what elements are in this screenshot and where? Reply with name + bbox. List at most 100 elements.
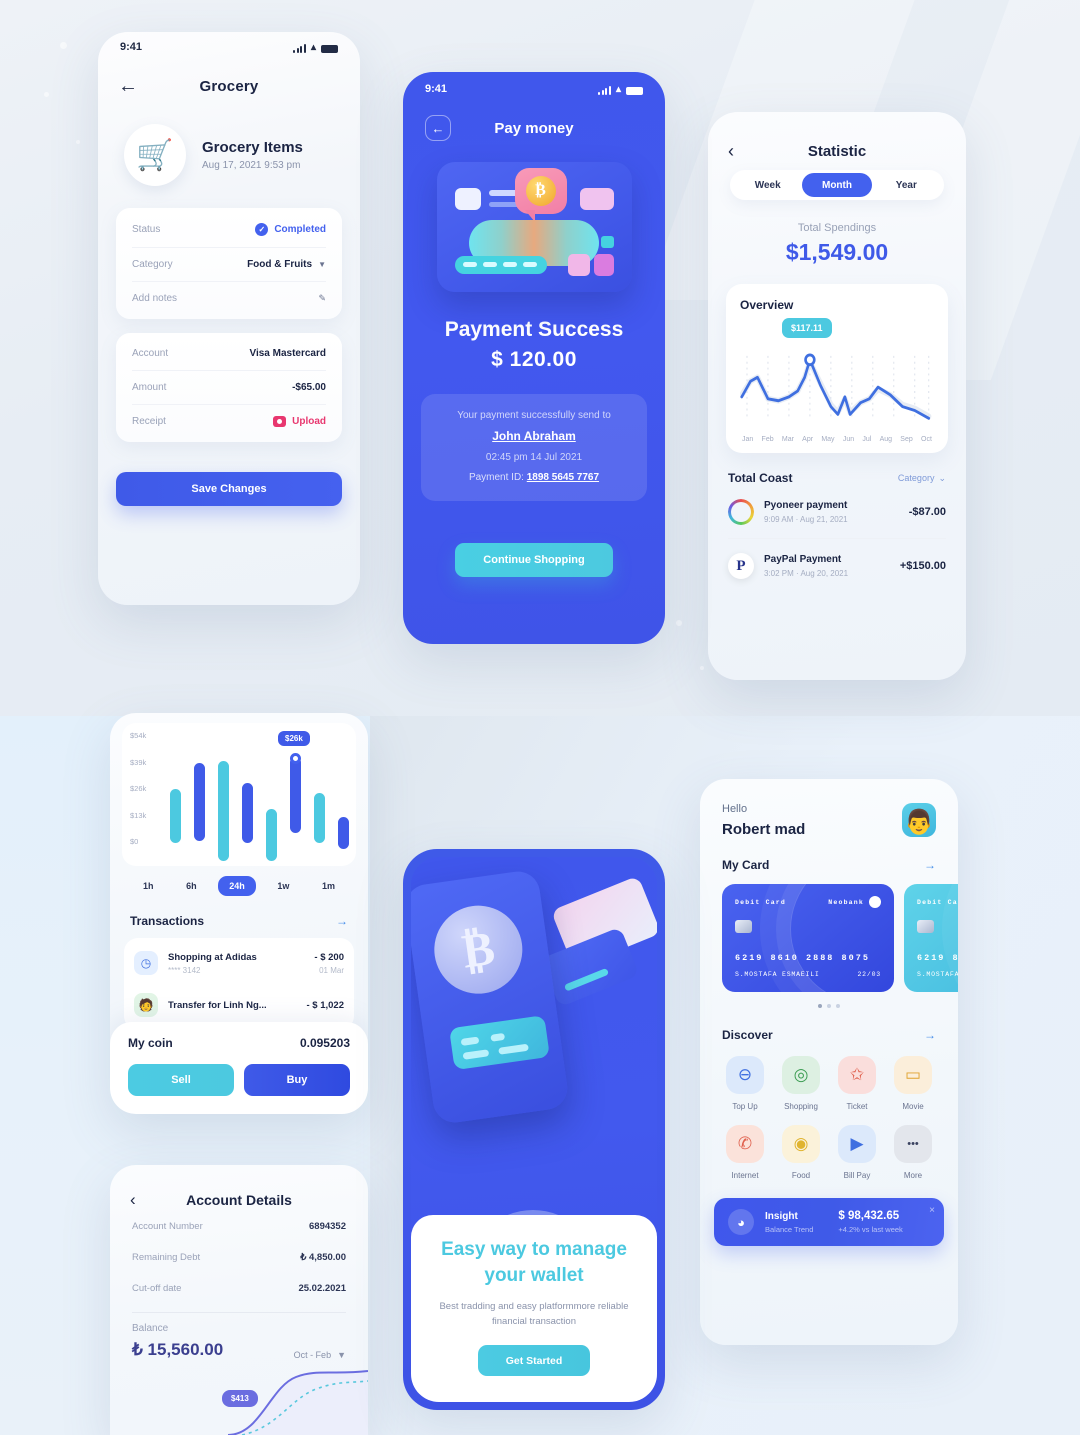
category-filter[interactable]: Category ⌄ <box>898 473 946 484</box>
star-icon: ✩ <box>838 1056 876 1094</box>
discover-item-internet[interactable]: ✆ Internet <box>720 1125 770 1180</box>
grocery-payment-card: Account Visa Mastercard Amount -$65.00 R… <box>116 333 342 442</box>
payment-amount: $ 120.00 <box>491 348 577 371</box>
date-range-selector[interactable]: Oct - Feb ▼ <box>294 1350 346 1360</box>
range-6h[interactable]: 6h <box>175 876 208 896</box>
my-coin-value: 0.095203 <box>299 1036 350 1050</box>
y-tick: $13k <box>130 810 147 820</box>
row-value: 25.02.2021 <box>298 1283 346 1294</box>
insight-banner[interactable]: ◕ Insight Balance Trend $ 98,432.65 +4.2… <box>714 1198 944 1246</box>
transactions-header: Transactions → <box>130 914 348 928</box>
screen-grocery-detail: 9:41 ▴ ← Grocery 🛒 Grocery Items Aug 17,… <box>98 32 360 605</box>
carousel-dot[interactable] <box>818 1004 822 1008</box>
row-label: Add notes <box>132 293 178 304</box>
row-value: Visa Mastercard <box>249 348 326 359</box>
time-range-selector[interactable]: 1h 6h 24h 1w 1m <box>132 876 346 896</box>
discover-item-shopping[interactable]: ◎ Shopping <box>776 1056 826 1111</box>
discover-item-ticket[interactable]: ✩ Ticket <box>832 1056 882 1111</box>
buy-button[interactable]: Buy <box>244 1064 350 1096</box>
row-label: Status <box>132 224 161 235</box>
balance-label: Balance <box>132 1323 169 1334</box>
discover-item-bill-pay[interactable]: ▶ Bill Pay <box>832 1125 882 1180</box>
candle <box>266 809 277 861</box>
avatar[interactable]: 👨 <box>902 803 936 837</box>
chevron-down-icon[interactable]: ▼ <box>318 260 326 269</box>
continue-shopping-button[interactable]: Continue Shopping <box>455 543 613 577</box>
range-24h[interactable]: 24h <box>218 876 256 896</box>
row-receipt[interactable]: Receipt Upload <box>132 405 326 438</box>
card-carousel[interactable]: Debit Card Neobank 6219 8610 2888 8075 S… <box>722 884 958 992</box>
page-title: Pay money <box>494 119 574 137</box>
discover-header: Discover → <box>722 1028 936 1042</box>
discover-item-top-up[interactable]: ⊖ Top Up <box>720 1056 770 1111</box>
row-value: Food & Fruits ▼ <box>247 259 326 270</box>
discover-item-label: More <box>903 1171 923 1180</box>
range-1w[interactable]: 1w <box>266 876 300 896</box>
balance-row: ₺ 15,560.00 Oct - Feb ▼ <box>132 1340 346 1360</box>
balance-value: ₺ 15,560.00 <box>132 1340 224 1359</box>
carousel-dots[interactable] <box>700 1004 958 1008</box>
debit-card[interactable]: Debit Card Neobank 6219 8610 2888 8075 S… <box>904 884 958 992</box>
arrow-right-icon[interactable]: → <box>336 914 348 928</box>
y-tick: $0 <box>130 837 139 846</box>
period-segmented-control[interactable]: Week Month Year <box>730 170 944 200</box>
transactions-list: ◷ Shopping at Adidas **** 3142 - $ 200 0… <box>124 938 354 1030</box>
overview-x-axis: Jan Feb Mar Apr May Jun Jul Aug Sep Oct <box>740 436 934 443</box>
insight-value: $ 98,432.65 <box>838 1210 900 1222</box>
row-status[interactable]: Status ✓ Completed <box>132 212 326 248</box>
card-number: 6219 8610 2888 8075 <box>917 953 958 963</box>
transaction-row[interactable]: 🧑 Transfer for Linh Ng... - $ 1,022 <box>134 984 344 1026</box>
get-started-button[interactable]: Get Started <box>478 1345 590 1376</box>
sell-button[interactable]: Sell <box>128 1064 234 1096</box>
tab-month[interactable]: Month <box>802 173 872 197</box>
tab-year[interactable]: Year <box>872 173 941 197</box>
payment-id-value: 1898 5645 7767 <box>526 472 600 483</box>
transaction-sub: **** 3142 <box>168 965 201 975</box>
illus-bar <box>454 256 547 274</box>
range-1h[interactable]: 1h <box>132 876 165 896</box>
transaction-name: Transfer for Linh Ng... <box>168 999 267 1011</box>
row-category[interactable]: Category Food & Fruits ▼ <box>132 248 326 282</box>
discover-item-movie[interactable]: ▭ Movie <box>888 1056 938 1111</box>
account-header: ‹ Account Details <box>110 1165 368 1211</box>
page-title: Grocery <box>199 77 259 95</box>
arrow-right-icon[interactable]: → <box>924 1028 936 1042</box>
more-icon: ••• <box>894 1125 932 1163</box>
discover-item-label: Internet <box>731 1171 759 1180</box>
pioneer-ring-icon <box>728 499 754 525</box>
payment-id-label: Payment ID: <box>468 472 524 483</box>
status-time: 9:41 <box>425 83 448 95</box>
arrow-right-icon[interactable]: → <box>924 858 936 872</box>
range-1m[interactable]: 1m <box>311 876 346 896</box>
tab-week[interactable]: Week <box>733 173 802 197</box>
my-coin-row: My coin 0.095203 <box>128 1036 350 1050</box>
transaction-sub: 3:02 PM · Aug 20, 2021 <box>764 569 849 578</box>
discover-grid: ⊖ Top Up ◎ Shopping ✩ Ticket ▭ Movie ✆ I… <box>720 1056 938 1180</box>
clock-icon: ◷ <box>134 951 158 975</box>
upload-link[interactable]: Upload <box>292 416 326 427</box>
screen-wallet-onboarding: ₿ ₿ BUY Easy way to manage your wallet B… <box>403 849 665 1410</box>
discover-item-food[interactable]: ◉ Food <box>776 1125 826 1180</box>
total-spendings-value: $1,549.00 <box>785 239 889 265</box>
pencil-icon[interactable]: ✎ <box>318 293 326 304</box>
row-label: Receipt <box>132 416 166 427</box>
discover-item-more[interactable]: ••• More <box>888 1125 938 1180</box>
x-tick: Mar <box>781 436 794 443</box>
save-changes-button[interactable]: Save Changes <box>116 472 342 506</box>
chart-active-point <box>290 753 301 764</box>
chart-tooltip: $117.11 <box>782 318 832 338</box>
transaction-row[interactable]: ◷ Shopping at Adidas **** 3142 - $ 200 0… <box>134 942 344 984</box>
discover-title: Discover <box>722 1028 773 1042</box>
carousel-dot[interactable] <box>836 1004 840 1008</box>
greeting-label: Hello <box>722 803 748 815</box>
transaction-row[interactable]: P PayPal Payment 3:02 PM · Aug 20, 2021 … <box>728 553 946 592</box>
debit-card[interactable]: Debit Card Neobank 6219 8610 2888 8075 S… <box>722 884 894 992</box>
carousel-dot[interactable] <box>827 1004 831 1008</box>
page-title: Statistic <box>807 142 867 160</box>
my-card-title: My Card <box>722 858 770 872</box>
discover-item-label: Food <box>791 1171 811 1180</box>
row-add-notes[interactable]: Add notes ✎ <box>132 282 326 315</box>
transaction-row[interactable]: Pyoneer payment 9:09 AM · Aug 21, 2021 -… <box>728 499 946 539</box>
close-icon[interactable]: × <box>929 1205 935 1216</box>
x-tick: Jan <box>742 436 754 443</box>
